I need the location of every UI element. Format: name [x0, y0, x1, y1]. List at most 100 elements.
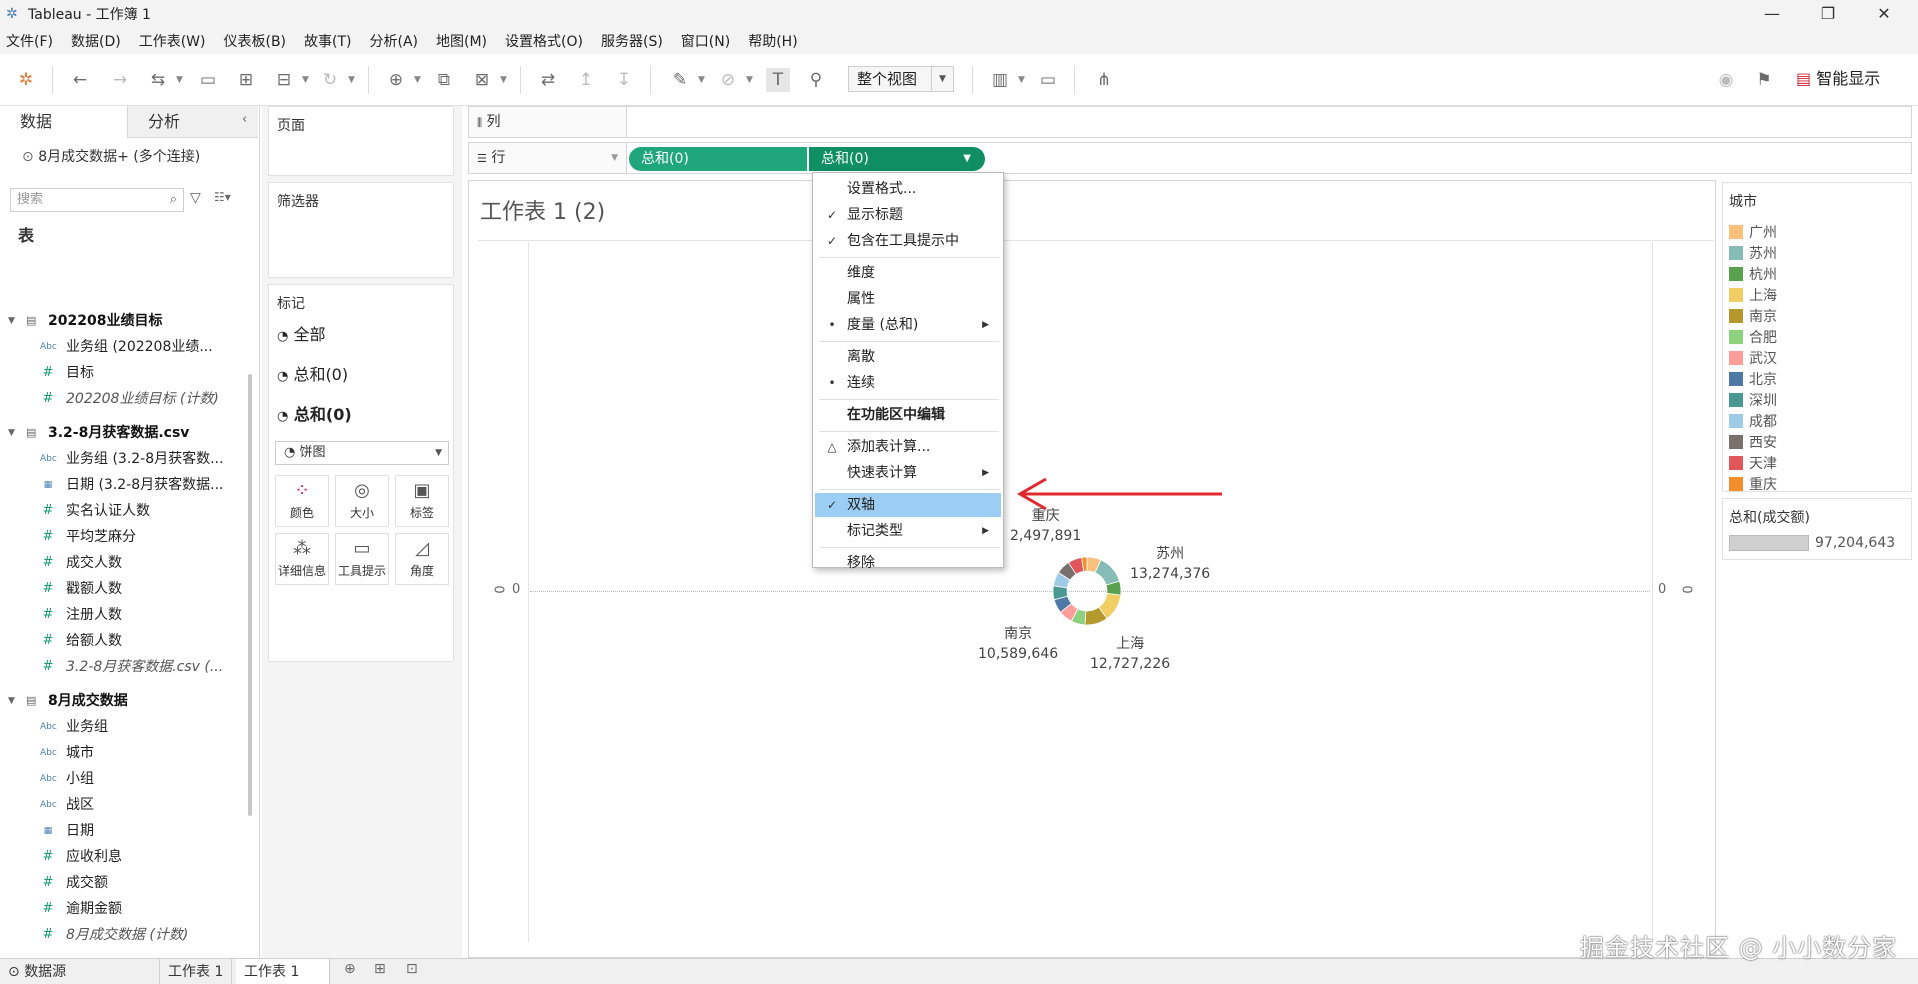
legend-item[interactable]: 西安 — [1729, 433, 1777, 453]
color-button[interactable]: ⁘ 颜色 — [275, 475, 329, 527]
menu-data[interactable]: 数据(D) — [71, 31, 121, 51]
clear-sheet-icon[interactable]: ⊠ — [470, 68, 494, 92]
new-datasource-icon[interactable]: ⊞ — [234, 68, 258, 92]
legend-item[interactable]: 杭州 — [1729, 265, 1777, 285]
undo-icon[interactable]: ← — [68, 68, 92, 92]
tab-sheet1[interactable]: 工作表 1 — [160, 959, 233, 984]
menu-dashboard[interactable]: 仪表板(B) — [223, 31, 286, 51]
donut-slice[interactable] — [1094, 559, 1121, 586]
chevron-down-icon[interactable]: ▼ — [500, 68, 510, 92]
refresh-icon[interactable]: ↻ — [318, 68, 342, 92]
fix-axes-icon[interactable]: ⚲ — [804, 68, 828, 92]
legend-item[interactable]: 南京 — [1729, 307, 1777, 327]
menu-item[interactable]: 标记类型 ▶ — [815, 519, 1001, 543]
view-size-select[interactable]: 整个视图 ▼ — [848, 66, 954, 92]
legend-item[interactable]: 合肥 — [1729, 328, 1777, 348]
new-dashboard-icon[interactable]: ⊞ — [374, 961, 386, 977]
legend-item[interactable]: 广州 — [1729, 223, 1777, 243]
field-item[interactable]: Abc 城市 — [0, 740, 240, 766]
chevron-down-icon[interactable]: ▼ — [698, 68, 708, 92]
field-item[interactable]: # 成交人数 — [0, 550, 240, 576]
chevron-down-icon[interactable]: ▼ — [746, 68, 756, 92]
field-item[interactable]: #3.2-8月获客数据.csv (... — [0, 654, 240, 680]
chevron-down-icon[interactable]: ▼ — [176, 68, 186, 92]
tab-sheet1-2[interactable]: 工作表 1 (2) — [236, 959, 330, 984]
mark-type-select[interactable]: ◔ 饼图 ▼ — [275, 441, 449, 465]
label-button[interactable]: ▣ 标签 — [395, 475, 449, 527]
presentation-mode-icon[interactable]: ▭ — [1036, 68, 1060, 92]
chevron-down-icon[interactable]: ▼ — [8, 308, 15, 334]
table-group[interactable]: ▼ ▤ 8月成交数据 — [0, 688, 240, 714]
redo-icon[interactable]: → — [108, 68, 132, 92]
tab-datasource[interactable]: ⊙ 数据源 — [0, 959, 160, 984]
legend-item[interactable]: 上海 — [1729, 286, 1777, 306]
menu-item[interactable]: • 连续 — [815, 371, 1001, 395]
search-input[interactable]: 搜索 ⌕ — [10, 188, 184, 212]
menu-item[interactable]: 属性 — [815, 287, 1001, 311]
rows-pill-sum1[interactable]: 总和(0) — [629, 147, 807, 171]
menu-item[interactable]: △ 添加表计算... — [815, 435, 1001, 459]
group-members-icon[interactable]: ⊘ — [716, 68, 740, 92]
tooltip-button[interactable]: ▭ 工具提示 — [335, 533, 389, 585]
datasource-selector[interactable]: ⊙ 8月成交数据+ (多个连接) — [22, 146, 200, 166]
donut-chart[interactable] — [1044, 548, 1130, 634]
menu-file[interactable]: 文件(F) — [6, 31, 53, 51]
detail-button[interactable]: ⁂ 详细信息 — [275, 533, 329, 585]
new-worksheet-icon[interactable]: ⊕ — [384, 68, 408, 92]
field-item[interactable]: Abc 业务组 (3.2-8月获客数... — [0, 446, 240, 472]
color-legend[interactable]: 城市 广州 苏州 杭州 上海 南京 合肥 武汉 北京 深圳 成都 西安 天津 重庆 — [1722, 182, 1912, 495]
restore-button[interactable]: ❐ — [1800, 0, 1856, 28]
legend-item[interactable]: 重庆 — [1729, 475, 1777, 495]
rows-pill-sum2[interactable]: 总和(0) ▼ — [809, 147, 985, 171]
legend-item[interactable]: 苏州 — [1729, 244, 1777, 264]
sort-descending-icon[interactable]: ↧ — [612, 68, 636, 92]
menu-story[interactable]: 故事(T) — [304, 31, 351, 51]
new-story-icon[interactable]: ⊡ — [406, 961, 418, 977]
tableau-public-icon[interactable]: ◉ — [1714, 68, 1738, 92]
menu-analysis[interactable]: 分析(A) — [370, 31, 419, 51]
legend-item[interactable]: 武汉 — [1729, 349, 1777, 369]
marks-all-row[interactable]: ◔ 全部 — [277, 317, 325, 353]
marks-sum2-row[interactable]: ◔ 总和(0) — [277, 397, 352, 433]
legend-item[interactable]: 成都 — [1729, 412, 1777, 432]
columns-shelf[interactable]: ⫼ 列 — [468, 106, 1912, 138]
pin-icon[interactable]: ⚑ — [1752, 68, 1776, 92]
chevron-down-icon[interactable]: ▼ — [8, 688, 15, 714]
menu-item[interactable]: ✓ 双轴 — [815, 493, 1001, 517]
field-item[interactable]: Abc 业务组 — [0, 714, 240, 740]
share-icon[interactable]: ⋔ — [1092, 68, 1116, 92]
chevron-down-icon[interactable]: ▼ — [302, 68, 312, 92]
field-item[interactable]: # 平均芝麻分 — [0, 524, 240, 550]
chevron-down-icon[interactable]: ▼ — [414, 68, 424, 92]
menu-item[interactable]: 维度 — [815, 261, 1001, 285]
menu-item[interactable]: 移除 — [815, 551, 1001, 575]
marks-sum1-row[interactable]: ◔ 总和(0) — [277, 357, 348, 393]
field-item[interactable]: Abc 业务组 (202208业绩... — [0, 334, 240, 360]
menu-item[interactable]: ✓ 包含在工具提示中 — [815, 229, 1001, 253]
menu-worksheet[interactable]: 工作表(W) — [139, 31, 206, 51]
tab-analysis[interactable]: 分析 — [128, 106, 258, 138]
chevron-down-icon[interactable]: ▼ — [348, 68, 358, 92]
sort-ascending-icon[interactable]: ↥ — [574, 68, 598, 92]
field-item[interactable]: # 应收利息 — [0, 844, 240, 870]
menu-item[interactable]: • 度量 (总和) ▶ — [815, 313, 1001, 337]
table-group[interactable]: ▼ ▤ 3.2-8月获客数据.csv — [0, 420, 240, 446]
new-worksheet-icon[interactable]: ⊕ — [344, 961, 356, 977]
field-item[interactable]: ▦ 日期 (3.2-8月获客数据... — [0, 472, 240, 498]
save-icon[interactable]: ▭ — [196, 68, 220, 92]
collapse-pane-icon[interactable]: ‹ — [242, 112, 247, 127]
field-item[interactable]: ▦ 日期 — [0, 818, 240, 844]
menu-item[interactable]: ✓ 显示标题 — [815, 203, 1001, 227]
show-mark-labels-icon[interactable]: T — [766, 68, 790, 92]
tab-data[interactable]: 数据 — [0, 106, 128, 138]
menu-window[interactable]: 窗口(N) — [681, 31, 730, 51]
chevron-down-icon[interactable]: ▼ — [931, 67, 953, 91]
chevron-down-icon[interactable]: ▼ — [8, 420, 15, 446]
filter-icon[interactable]: ▽ — [190, 190, 201, 206]
legend-item[interactable]: 深圳 — [1729, 391, 1777, 411]
highlight-icon[interactable]: ✎ — [668, 68, 692, 92]
pages-card[interactable]: 页面 — [268, 106, 454, 176]
rows-shelf[interactable]: ☰ 行 ▼ 总和(0) 总和(0) ▼ — [468, 142, 1912, 174]
angle-button[interactable]: ◿ 角度 — [395, 533, 449, 585]
field-item[interactable]: Abc 战区 — [0, 792, 240, 818]
